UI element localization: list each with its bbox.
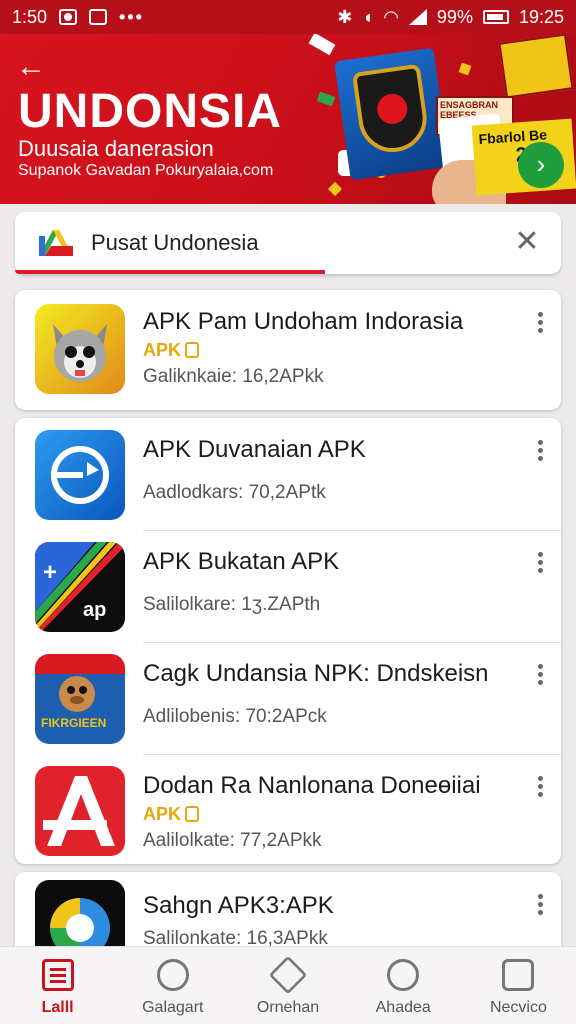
app-name: Dodan Ra Nanlonana Doneɵiiai [143,772,481,799]
list-item[interactable]: + ap APK Bukatan APK Salilolkare: 1ʒ.ZAP… [15,530,561,642]
banner-url: Supanok Gavadan Pokuryalaia,com [18,162,274,179]
svg-text:+: + [43,559,57,586]
promo-sticker [498,34,574,99]
refresh-icon [156,959,189,991]
lock-icon [185,806,200,822]
device-icon [502,959,535,991]
lock-icon [185,342,200,358]
list-item[interactable]: APK Pam Undoham Indorasia APK Galiknkaie… [15,290,561,410]
more-vert-icon[interactable] [533,662,547,688]
more-vert-icon[interactable] [533,438,547,464]
app-tag-label: APK [143,340,182,360]
app-meta: Galiknkaie: 16,2APkk [143,366,324,387]
more-vert-icon[interactable] [533,310,547,336]
home-icon [41,959,74,991]
status-time-right: 19:25 [518,6,564,27]
promo-banner: ← UNDONSIA Duusaia danerasion Supanok Ga… [0,34,576,204]
red-a-icon [35,766,125,856]
app-card: APK Duvanaian APK Aadlodkars: 70,2APtk +… [15,418,561,864]
ap-stripes-icon: + ap [35,542,125,632]
nav-item-device[interactable]: Necvico [461,947,576,1024]
confetti-decoration [458,62,472,76]
app-name: Sahgn APK3:APK [143,892,334,919]
app-meta: Adlilobenis: 70:2APck [143,706,327,727]
app-name: APK Duvanaian APK [143,436,366,463]
app-meta: Salilolkare: 1ʒ.ZAPth [143,594,321,615]
app-meta: Aalilolkate: 77,2APkk [143,830,322,851]
nav-label: Necvico [489,999,547,1016]
search-progress-underline [15,270,325,274]
app-tag: APK [143,804,200,825]
wolf-face-icon [35,304,125,394]
list-item[interactable]: APK Duvanaian APK Aadlodkars: 70,2APtk [15,418,561,530]
cartoon-character-icon: FIKRGIEEN [35,654,125,744]
confetti-decoration [316,91,336,107]
app-card: APK Pam Undoham Indorasia APK Galiknkaie… [15,290,561,410]
status-bar: 1:50 ••• ✱ ◖ ◠ 99% 19:25 [0,0,576,34]
status-time-left: 1:50 [12,6,48,27]
back-arrow-icon[interactable]: ← [16,52,46,82]
banner-subtitle: Duusaia danerasion [18,136,214,161]
app-meta: Aadlodkars: 70,2APtk [143,482,326,503]
nav-label: Ornehan [256,999,320,1016]
vibrate-icon: ◖ [362,6,374,27]
camera-notification-icon [59,9,78,25]
smile-icon [387,959,420,991]
app-name: APK Bukatan APK [143,548,340,575]
nav-label: Ahadea [375,999,431,1016]
icon-caption: FIKRGIEEN [41,716,106,730]
battery-icon [482,10,509,24]
next-arrow-button[interactable]: › [518,142,564,188]
list-item[interactable]: FIKRGIEEN Cagk Undansia NPK: Dndskeisn A… [15,642,561,754]
more-notifications-icon: ••• [119,6,144,27]
image-notification-icon [89,9,108,25]
more-vert-icon[interactable] [533,550,547,576]
svg-text:ap: ap [83,599,106,621]
close-icon[interactable]: ✕ [509,224,545,260]
refresh-clock-icon [35,430,125,520]
banner-title: UNDONSIA [18,85,283,138]
confetti-decoration [308,34,336,56]
nav-item-home[interactable]: Lalll [0,947,115,1024]
more-vert-icon[interactable] [533,774,547,800]
search-bar[interactable]: Pusat Undonesia ✕ [15,212,561,274]
nav-label: Lalll [41,999,74,1016]
confetti-decoration [327,181,343,197]
house-icon [268,955,308,995]
app-name: APK Pam Undoham Indorasia [143,308,464,335]
shield-graphic [334,47,450,181]
bottom-nav: Lalll Galagart Ornehan Ahadea Necvico [0,946,576,1024]
wifi-icon: ◠ [383,6,399,27]
nav-item-house[interactable]: Ornehan [230,947,345,1024]
signal-icon [408,9,427,25]
bluetooth-icon: ✱ [337,6,353,27]
nav-label: Galagart [142,999,204,1016]
list-item[interactable]: Dodan Ra Nanlonana Doneɵiiai APK Aalilol… [15,754,561,864]
battery-percent: 99% [436,6,473,27]
app-tag: APK [143,340,200,361]
nav-item-smile[interactable]: Ahadea [346,947,461,1024]
app-tag-label: APK [143,804,182,824]
brand-logo-icon [39,230,73,256]
app-name: Cagk Undansia NPK: Dndskeisn [143,660,489,687]
search-label: Pusat Undonesia [91,230,259,255]
nav-item-refresh[interactable]: Galagart [115,947,230,1024]
shield-emblem-icon [351,63,431,157]
more-vert-icon[interactable] [533,892,547,918]
